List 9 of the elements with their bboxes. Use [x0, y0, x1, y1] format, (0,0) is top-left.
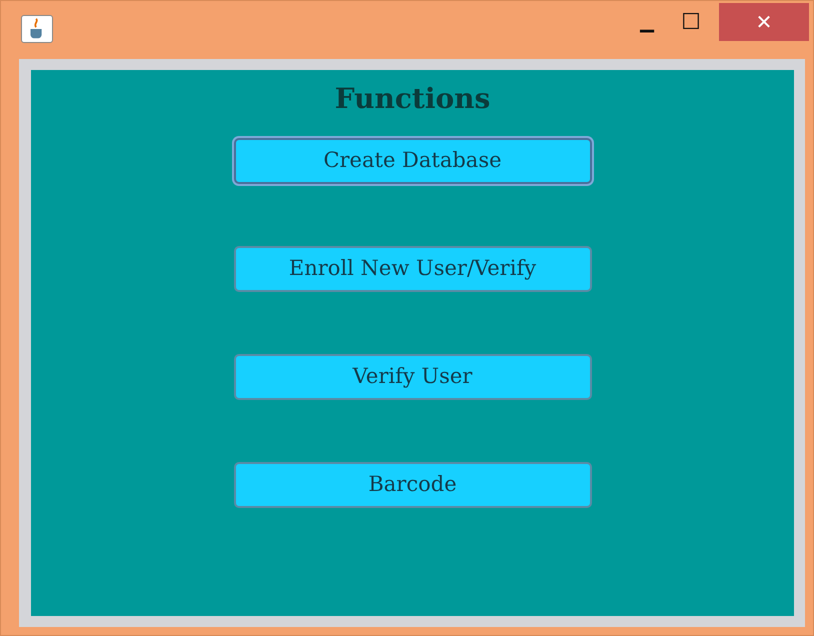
panel-heading: Functions: [334, 82, 490, 116]
maximize-button[interactable]: ☐: [669, 3, 713, 41]
java-cup-icon[interactable]: [21, 15, 53, 43]
function-button[interactable]: Create Database: [234, 138, 592, 184]
close-button[interactable]: ✕: [719, 3, 809, 41]
function-button[interactable]: Barcode: [234, 462, 592, 508]
minimize-button[interactable]: ▁: [625, 3, 669, 41]
function-button[interactable]: Verify User: [234, 354, 592, 400]
function-button[interactable]: Enroll New User/Verify: [234, 246, 592, 292]
